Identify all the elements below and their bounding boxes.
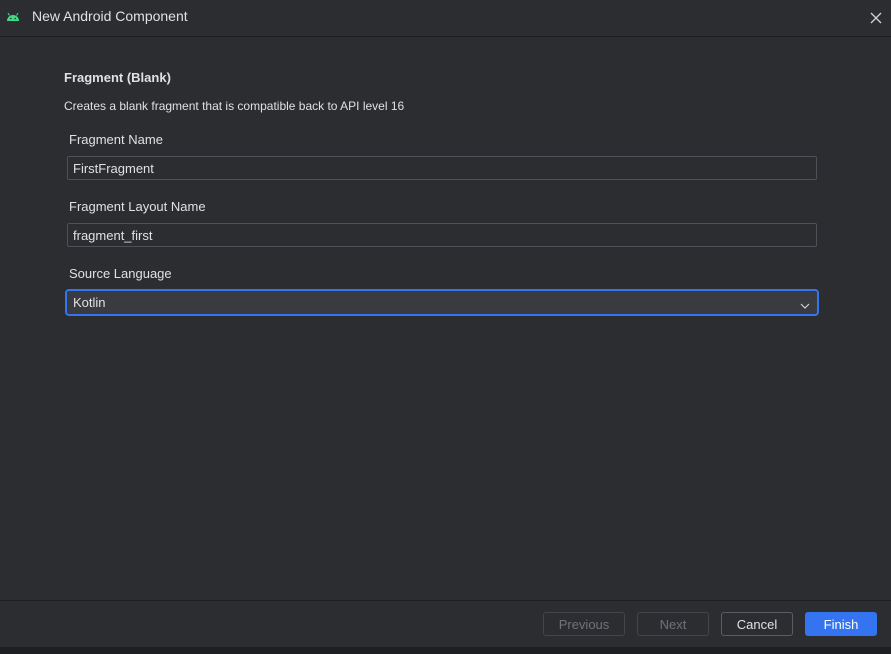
chevron-down-icon <box>800 298 810 309</box>
finish-button[interactable]: Finish <box>805 612 877 636</box>
android-icon <box>6 10 20 22</box>
bottom-edge <box>0 647 891 654</box>
source-language-label: Source Language <box>69 266 172 281</box>
source-language-value: Kotlin <box>73 295 106 310</box>
source-language-dropdown[interactable]: Kotlin <box>65 289 819 316</box>
fragment-name-label: Fragment Name <box>69 132 163 147</box>
next-button[interactable]: Next <box>637 612 709 636</box>
footer-divider <box>0 600 891 601</box>
template-description: Creates a blank fragment that is compati… <box>64 99 405 113</box>
dialog-title: New Android Component <box>32 8 188 24</box>
layout-name-input[interactable] <box>67 223 817 247</box>
layout-name-label: Fragment Layout Name <box>69 199 206 214</box>
previous-button[interactable]: Previous <box>543 612 625 636</box>
template-heading: Fragment (Blank) <box>64 70 171 85</box>
title-bar: New Android Component <box>0 0 891 37</box>
fragment-name-input[interactable] <box>67 156 817 180</box>
close-icon[interactable] <box>866 8 886 28</box>
cancel-button[interactable]: Cancel <box>721 612 793 636</box>
dialog-window: New Android Component Fragment (Blank) C… <box>0 0 891 654</box>
